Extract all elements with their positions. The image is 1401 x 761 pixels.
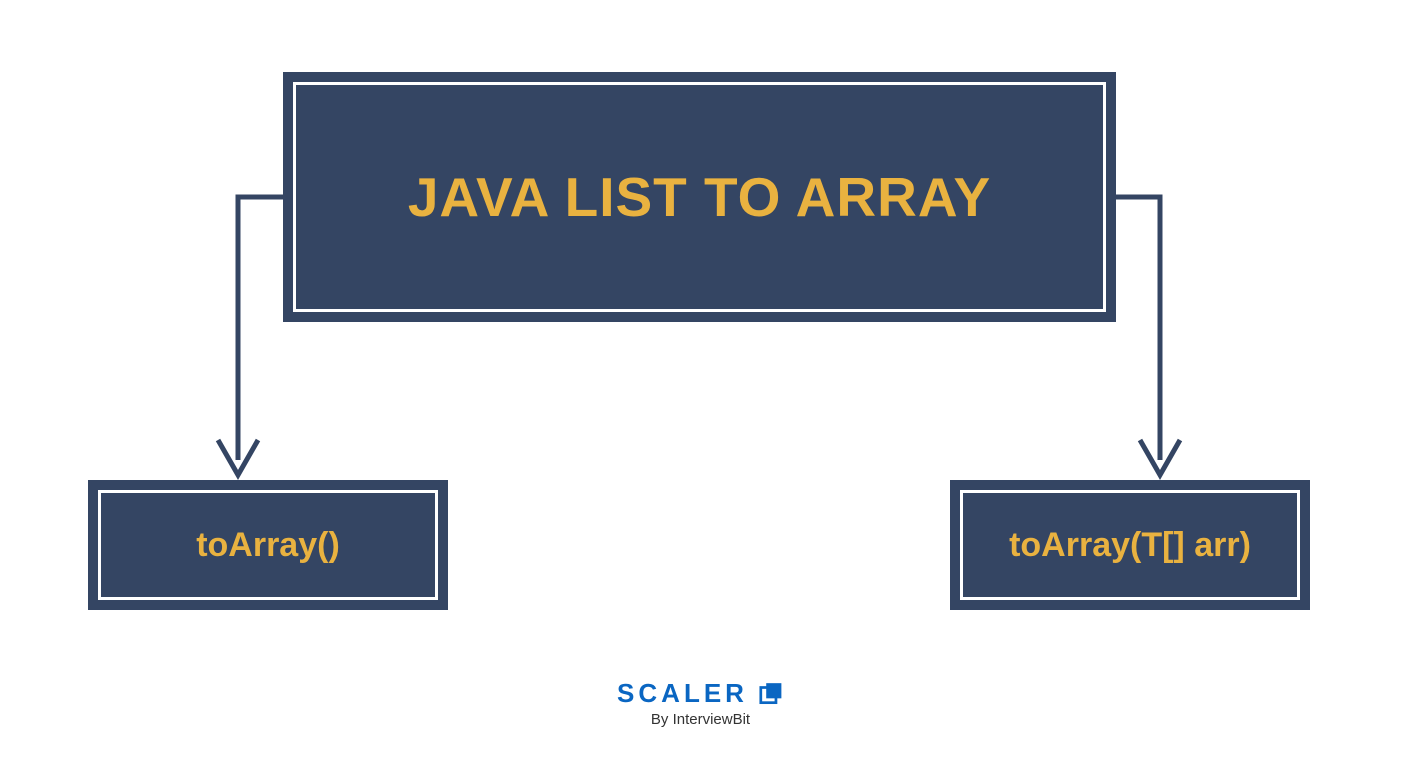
brand-logo-icon: [758, 681, 784, 707]
method-right-label: toArray(T[] arr): [1009, 526, 1251, 565]
method-left-label: toArray(): [196, 526, 340, 565]
diagram-child-right: toArray(T[] arr): [950, 480, 1310, 610]
diagram-child-left: toArray(): [88, 480, 448, 610]
diagram-root-node: JAVA LIST TO ARRAY: [283, 72, 1116, 322]
brand-byline: By InterviewBit: [617, 711, 784, 728]
diagram-title: JAVA LIST TO ARRAY: [408, 165, 991, 229]
branding: SCALER By InterviewBit: [617, 678, 784, 728]
branding-line: SCALER: [617, 678, 784, 709]
brand-name: SCALER: [617, 678, 748, 709]
